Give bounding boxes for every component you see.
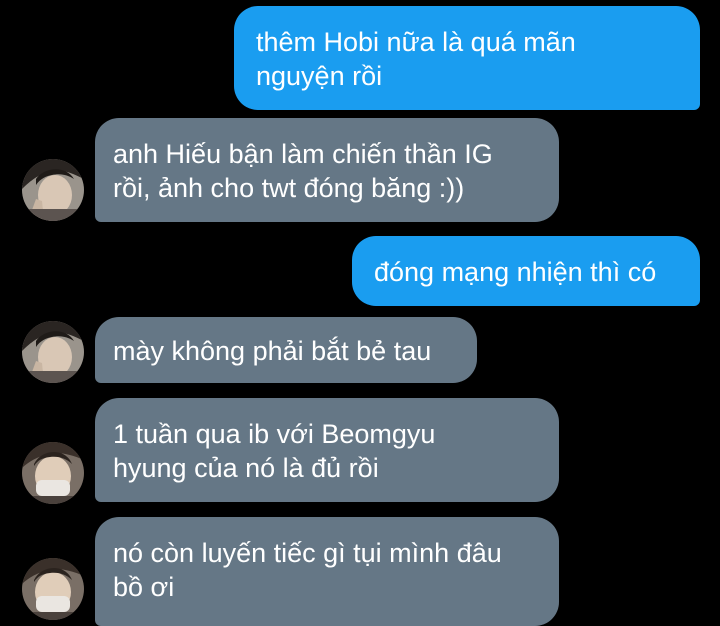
message-text: hyung của nó là đủ rồi (113, 453, 379, 483)
received-message-bubble[interactable]: anh Hiếu bận làm chiến thần IG rồi, ảnh … (95, 118, 559, 222)
message-text: 1 tuần qua ib với Beomgyu (113, 419, 436, 449)
received-message-bubble[interactable]: nó còn luyến tiếc gì tụi mình đâu bồ ơi (95, 517, 559, 626)
message-text: thêm Hobi nữa là quá mãn (256, 27, 576, 57)
message-text: rồi, ảnh cho twt đóng băng :)) (113, 173, 465, 203)
message-text: nó còn luyến tiếc gì tụi mình đâu (113, 538, 502, 568)
received-message-bubble[interactable]: 1 tuần qua ib với Beomgyu hyung của nó l… (95, 398, 559, 502)
chat-screen: { "messages": [ {"side": "sent", "lines"… (0, 0, 720, 626)
user-avatar-icon (22, 442, 84, 504)
avatar[interactable] (22, 442, 84, 504)
message-text: đóng mạng nhiện thì có (374, 257, 657, 287)
sent-message-bubble[interactable]: thêm Hobi nữa là quá mãn nguyện rồi (234, 6, 700, 110)
message-text: anh Hiếu bận làm chiến thần IG (113, 139, 493, 169)
avatar[interactable] (22, 321, 84, 383)
sent-message-bubble[interactable]: đóng mạng nhiện thì có (352, 236, 700, 306)
avatar[interactable] (22, 159, 84, 221)
message-text: nguyện rồi (256, 61, 383, 91)
received-message-bubble[interactable]: mày không phải bắt bẻ tau (95, 317, 477, 383)
message-text: bồ ơi (113, 572, 175, 602)
avatar[interactable] (22, 558, 84, 620)
user-avatar-icon (22, 558, 84, 620)
message-text: mày không phải bắt bẻ tau (113, 336, 432, 366)
user-avatar-icon (22, 159, 84, 221)
user-avatar-icon (22, 321, 84, 383)
